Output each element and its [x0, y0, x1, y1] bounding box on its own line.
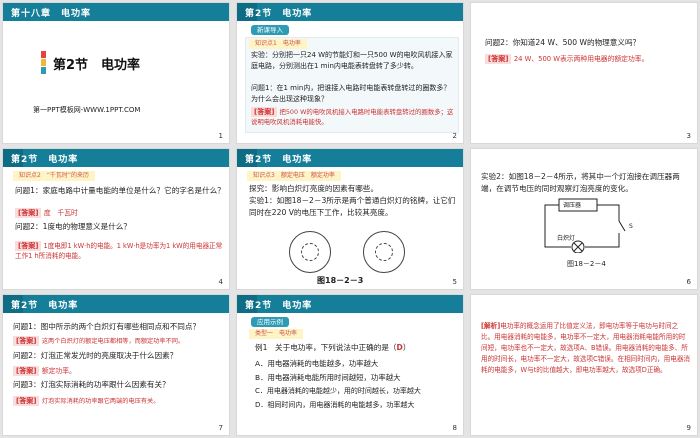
experiment-text: 实验：分别把一只24 W的节能灯和一只500 W的电吹风机接入家庭电路，分别测出… — [251, 51, 453, 70]
question-1: 问题1：图中所示的两个白炽灯有哪些相同点和不同点？ — [13, 322, 201, 331]
answer-2-block: [答案] 额定功率。 — [13, 365, 225, 377]
answer-text: 额定功率。 — [41, 367, 76, 375]
experiment-text: 实验2：如图18－2－4所示，将其中一个灯泡接在调压器两端，在调节电压的同时观察… — [481, 172, 680, 193]
slide-number: 2 — [452, 132, 457, 140]
section-tag: 新课导入 — [251, 25, 289, 35]
answer-3-block: [答案] 灯泡实际消耗的功率跟它两端的电压有关。 — [13, 395, 225, 408]
deco-bar-yellow — [41, 59, 46, 66]
section-tag: 应用示例 — [251, 317, 289, 327]
answer-label: [答案] — [485, 54, 512, 64]
question-text: 例1 关于电功率，下列说法中正确的是（ — [255, 343, 397, 352]
answer-2-block: [答案] 1度电即1 kW·h的电能。1 kW·h是功率为1 kW的用电器正常工… — [15, 241, 225, 261]
wire-right-bottom — [585, 233, 620, 248]
slide-number: 9 — [686, 424, 691, 432]
footer-text: 第一PPT模板网-WWW.1PPT.COM — [33, 106, 141, 114]
explore-text: 探究：影响白炽灯亮度的因素有哪些。 — [249, 184, 379, 193]
knowledge-tag: 知识点2 “千瓦时”的来历 — [13, 171, 96, 181]
answer-text: 24 W、500 W表示两种用电器的额定功率。 — [513, 55, 649, 63]
slide-thumbnail-2[interactable]: 第2节 电功率 新课导入 知识点1 电功率 实验：分别把一只24 W的节能灯和一… — [236, 2, 464, 144]
answer-1-block: [答案] 度 千瓦时 — [15, 207, 225, 219]
slide-grid: 第十八章 电功率 第2节 电功率 第一PPT模板网-WWW.1PPT.COM 1… — [0, 0, 700, 438]
wire-right-top — [597, 204, 620, 221]
header-title: 第2节 电功率 — [11, 155, 79, 165]
knowledge-tag: 知识点3 额定电压 额定功率 — [247, 171, 341, 181]
question-end: ） — [402, 343, 411, 352]
header-title: 第2节 电功率 — [245, 301, 313, 311]
slide-thumbnail-3[interactable]: 问题2：你知道24 W、500 W的物理意义吗？ [答案] 24 W、500 W… — [470, 2, 698, 144]
slide-number: 5 — [452, 278, 457, 286]
header-title: 第2节 电功率 — [245, 155, 313, 165]
option-d: D．相同时间内，用电器消耗的电能越多，功率越大 — [255, 401, 415, 409]
slide-thumbnail-9[interactable]: [解析]电功率的概念运用了比值定义法，即电功率等于电功与时间之比。用电器消耗的电… — [470, 294, 698, 436]
analysis-block: [解析]电功率的概念运用了比值定义法，即电功率等于电功与时间之比。用电器消耗的电… — [481, 321, 691, 376]
analysis-text: 电功率的概念运用了比值定义法，即电功率等于电功与时间之比。用电器消耗的电能多，电… — [481, 322, 691, 374]
option-c: C．用电器消耗的电能越少，用的时间越长，功率越大 — [255, 387, 421, 395]
experiment-text: 实验1：如图18－2－3所示是两个普通白炽灯的铭牌，让它们同时在220 V的电压… — [249, 196, 456, 217]
slide-number: 7 — [218, 424, 223, 432]
question-1: 问题1：家庭电路中计量电能的单位是什么？它的字名是什么？ — [15, 186, 225, 195]
bulb-right-filament-icon — [375, 243, 393, 261]
deco-bar-red — [41, 51, 46, 58]
slide-thumbnail-8[interactable]: 第2节 电功率 应用示例 类型一 电功率 例1 关于电功率，下列说法中正确的是（… — [236, 294, 464, 436]
question-2: 问题2：1度电的物理意义是什么？ — [15, 222, 131, 231]
figure-caption: 图18－2－4 — [567, 260, 606, 268]
slide-number: 6 — [686, 278, 691, 286]
lamp-label: 白炽灯 — [557, 235, 576, 242]
slide-number: 3 — [686, 132, 691, 140]
slide-number: 4 — [218, 278, 223, 286]
header-title: 第2节 电功率 — [11, 301, 79, 311]
answer-label: [答案] — [15, 241, 42, 251]
question-1: 问题1：在1 min内，把谁接入电路时电能表转盘转过的圈数多？为什么会出现这种现… — [251, 84, 451, 103]
slide-thumbnail-6[interactable]: 实验2：如图18－2－4所示，将其中一个灯泡接在调压器两端，在调节电压的同时观察… — [470, 148, 698, 290]
slide-thumbnail-7[interactable]: 第2节 电功率 问题1：图中所示的两个白炽灯有哪些相同点和不同点？ [答案] 这… — [2, 294, 230, 436]
answer-label: [答案] — [15, 208, 42, 218]
answer-label: [答案] — [13, 396, 40, 406]
regulator-label: 调压器 — [563, 202, 582, 209]
slide-thumbnail-4[interactable]: 第2节 电功率 知识点2 “千瓦时”的来历 问题1：家庭电路中计量电能的单位是什… — [2, 148, 230, 290]
section-title: 第2节 电功率 — [53, 58, 141, 73]
slide-thumbnail-5[interactable]: 第2节 电功率 知识点3 额定电压 额定功率 探究：影响白炽灯亮度的因素有哪些。… — [236, 148, 464, 290]
answer-text: 这两个白炽灯的额定电压都相等，而额定功率不同。 — [41, 338, 185, 345]
answer-block: [答案] 把500 W的电吹风机接入电路时电能表转盘转过的圈数多；这说明电吹风机… — [251, 107, 455, 127]
chapter-title: 第十八章 电功率 — [11, 9, 92, 19]
question-2: 问题2：灯泡正常发光时的亮度取决于什么因素？ — [13, 351, 178, 360]
figure-caption: 图18－2－3 — [317, 276, 364, 285]
switch-label: S — [629, 223, 633, 230]
slide-number: 8 — [452, 424, 457, 432]
option-a: A．用电器消耗的电能越多，功率越大 — [255, 359, 379, 368]
analysis-label: [解析] — [481, 322, 501, 330]
switch-icon — [618, 220, 626, 232]
question-3: 问题3：灯泡实际消耗的功率跟什么因素有关？ — [13, 380, 170, 389]
option-b: B．用电器消耗电能所用时间越短，功率越大 — [255, 373, 401, 382]
answer-text: 度 千瓦时 — [43, 209, 78, 217]
deco-bar-teal — [41, 67, 46, 74]
answer-label: [答案] — [13, 336, 40, 346]
slide-thumbnail-1[interactable]: 第十八章 电功率 第2节 电功率 第一PPT模板网-WWW.1PPT.COM 1 — [2, 2, 230, 144]
question-2: 问题2：你知道24 W、500 W的物理意义吗？ — [485, 38, 641, 47]
answer-text: 1度电即1 kW·h的电能。1 kW·h是功率为1 kW的用电器正常工作1 h所… — [15, 242, 223, 260]
answer-label: [答案] — [13, 366, 40, 376]
type-tag: 类型一 电功率 — [249, 329, 304, 339]
answer-1-block: [答案] 这两个白炽灯的额定电压都相等，而额定功率不同。 — [13, 335, 225, 348]
header-title: 第2节 电功率 — [245, 9, 313, 19]
circuit-diagram — [544, 198, 626, 253]
answer-block: [答案] 24 W、500 W表示两种用电器的额定功率。 — [485, 53, 685, 65]
slide-number: 1 — [218, 132, 223, 140]
knowledge-tag: 知识点1 电功率 — [249, 39, 307, 49]
answer-label: [答案] — [251, 107, 278, 117]
bulb-left-filament-icon — [301, 243, 319, 261]
example-question: 例1 关于电功率，下列说法中正确的是（D） — [255, 342, 461, 354]
answer-text: 把500 W的电吹风机接入电路时电能表转盘转过的圈数多；这说明电吹风机消耗电能快… — [251, 108, 454, 126]
answer-text: 灯泡实际消耗的功率跟它两端的电压有关。 — [41, 398, 160, 405]
